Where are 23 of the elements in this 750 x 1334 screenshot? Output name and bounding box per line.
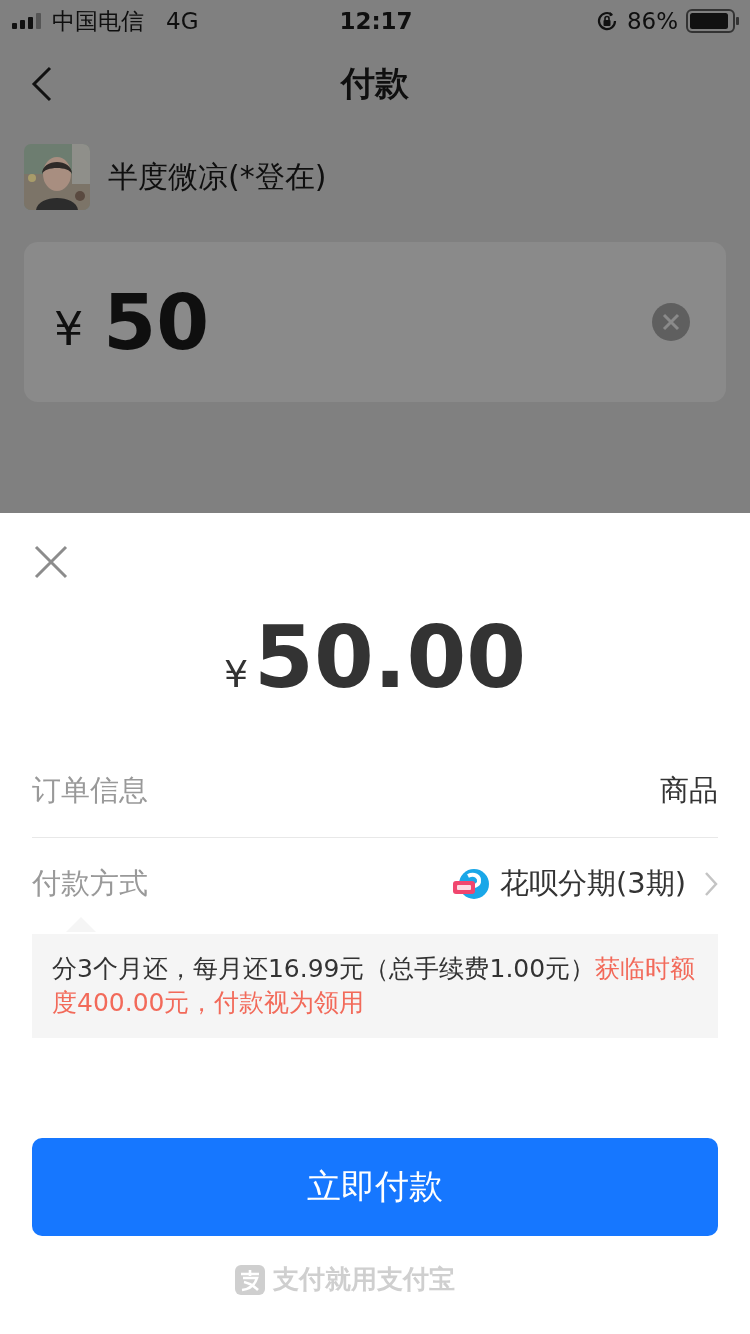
battery-icon — [686, 9, 740, 33]
clock: 12:17 — [339, 8, 413, 34]
payee-name: 半度微凉(*登在) — [108, 157, 327, 196]
back-icon[interactable] — [31, 66, 53, 102]
signal-icon — [12, 13, 44, 29]
row-label: 付款方式 — [32, 865, 148, 902]
installment-icon — [451, 868, 490, 900]
currency-sign: ¥ — [223, 652, 249, 696]
installment-note: 分3个月还，每月还16.99元（总手续费1.00元）获临时额度400.00元，付款视为领用 — [32, 934, 718, 1038]
pay-now-button[interactable]: 立即付款 — [32, 1138, 718, 1236]
amount-field[interactable]: ¥ 50 — [24, 242, 726, 402]
row-label: 订单信息 — [32, 772, 148, 809]
page-title: 付款 — [341, 62, 409, 105]
row-value: 商品 — [660, 772, 718, 809]
chevron-right-icon — [704, 871, 718, 897]
carrier-name: 中国电信 — [52, 6, 144, 36]
clear-icon[interactable] — [652, 303, 690, 341]
battery-percent: 86% — [626, 8, 678, 34]
payment-method-selector[interactable]: 花呗分期(3期) — [451, 864, 718, 904]
payment-amount: 50.00 — [254, 607, 527, 707]
close-icon[interactable] — [34, 545, 68, 579]
alipay-logo-icon — [235, 1264, 265, 1295]
network-type: 4G — [166, 8, 199, 34]
